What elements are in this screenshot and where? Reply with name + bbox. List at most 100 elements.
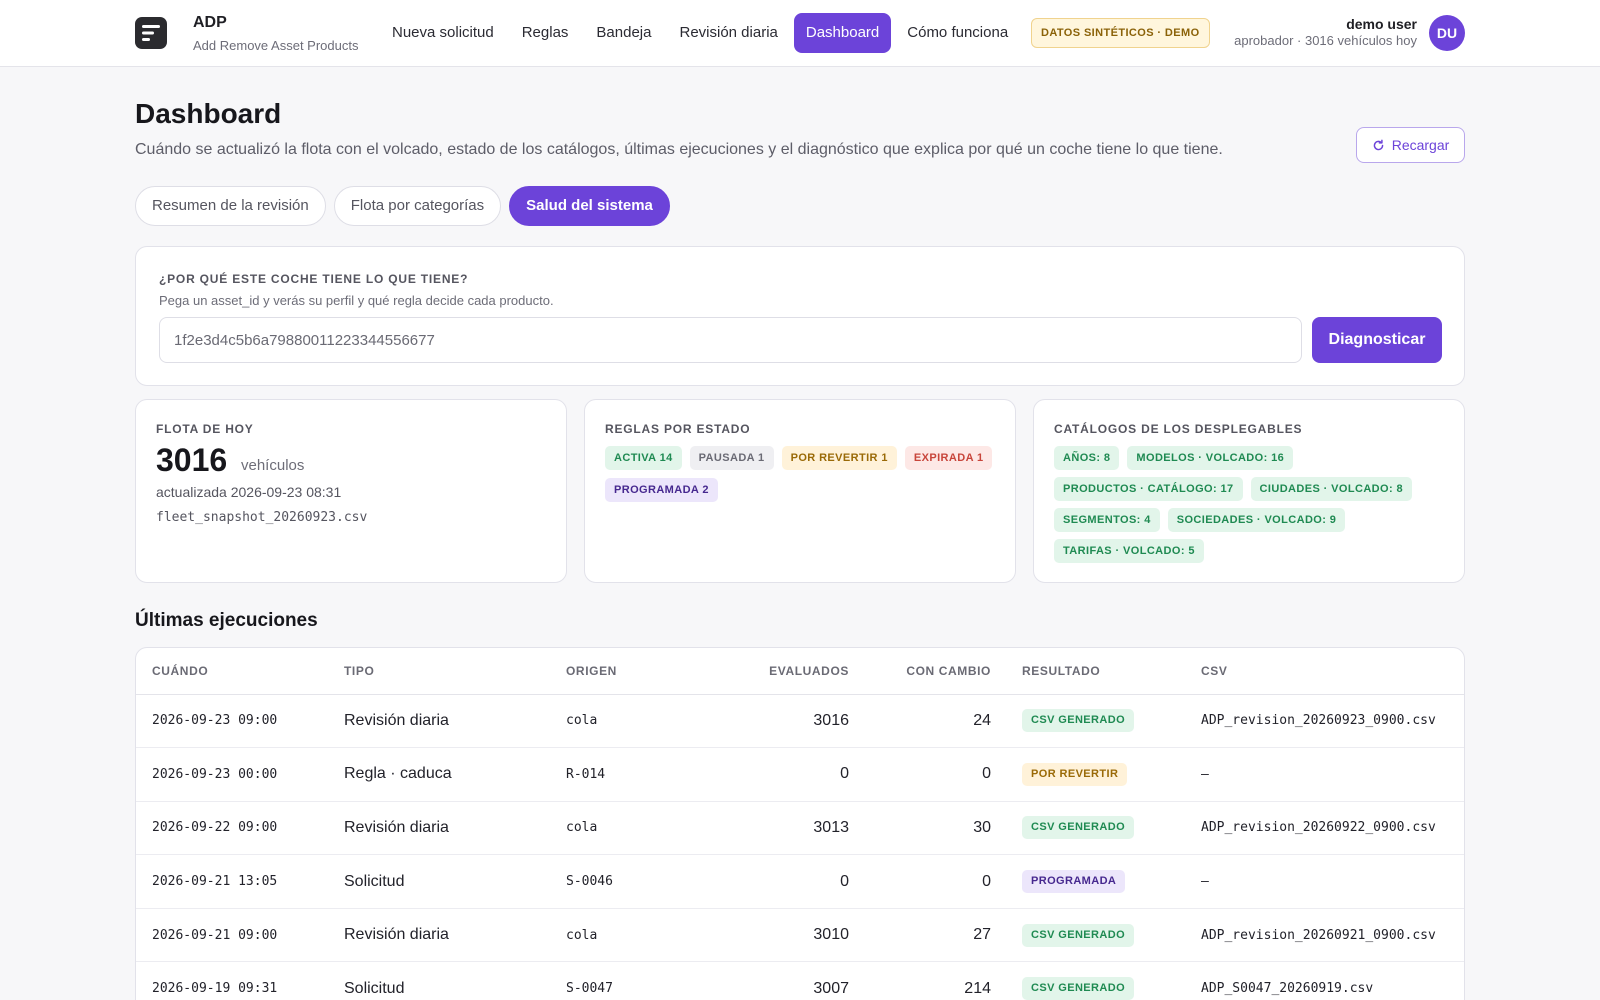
cell-origin: cola — [566, 801, 706, 856]
cell-evaluated: 3010 — [706, 908, 849, 963]
cell-evaluated: 0 — [706, 854, 849, 909]
col-evaluados[interactable]: Evaluados — [706, 648, 849, 695]
col-origen[interactable]: Origen — [566, 648, 706, 695]
executions-table-card: Cuándo Tipo Origen Evaluados Con cambio … — [135, 647, 1465, 1000]
result-badge: CSV generado — [1022, 923, 1135, 947]
col-csv[interactable]: CSV — [1201, 648, 1464, 695]
page-title: Dashboard — [135, 98, 282, 129]
table-row[interactable]: 2026-09-21 09:00 Revisión diaria cola 30… — [136, 908, 1464, 963]
fleet-unit: vehículos — [241, 457, 305, 474]
cell-changed: 214 — [849, 961, 991, 1000]
fleet-file: fleet_snapshot_20260923.csv — [156, 510, 368, 525]
result-badge: Programada — [1022, 870, 1126, 894]
brand-subtitle: Add Remove Asset Products — [193, 38, 359, 53]
diagnose-button[interactable]: Diagnosticar — [1312, 317, 1442, 363]
cell-type: Solicitud — [344, 854, 566, 909]
cell-type: Regla · caduca — [344, 747, 566, 802]
cell-when: 2026-09-21 13:05 — [136, 854, 344, 909]
nav-como-funciona[interactable]: Cómo funciona — [895, 13, 1020, 53]
catalog-chip-anos: Años: 8 — [1054, 446, 1120, 470]
cell-when: 2026-09-21 09:00 — [136, 908, 344, 963]
cell-origin: S-0047 — [566, 961, 706, 1000]
catalog-chips: Años: 8 Modelos · volcado: 16 Productos … — [1054, 446, 1444, 563]
cell-changed: 0 — [849, 854, 991, 909]
cell-result: CSV generado — [991, 908, 1201, 963]
rule-chip-expirada: Expirada 1 — [904, 446, 993, 470]
cell-csv[interactable]: ADP_revision_20260923_0900.csv — [1201, 694, 1464, 749]
cell-evaluated: 3016 — [706, 694, 849, 749]
result-badge: CSV generado — [1022, 709, 1135, 733]
table-header-row: Cuándo Tipo Origen Evaluados Con cambio … — [136, 648, 1464, 695]
col-cuando[interactable]: Cuándo — [136, 648, 344, 695]
catalogs-card: Catálogos de los desplegables Años: 8 Mo… — [1033, 399, 1465, 583]
cell-changed: 30 — [849, 801, 991, 856]
nav-nueva-solicitud[interactable]: Nueva solicitud — [380, 13, 506, 53]
user-name: demo user — [1346, 16, 1417, 32]
rule-chip-programada: Programada 2 — [605, 478, 718, 502]
cell-origin: cola — [566, 908, 706, 963]
result-badge: CSV generado — [1022, 816, 1135, 840]
diagnostic-card: ¿Por qué este coche tiene lo que tiene? … — [135, 246, 1465, 386]
catalog-chip-tarifas: Tarifas · volcado: 5 — [1054, 539, 1204, 563]
cell-type: Revisión diaria — [344, 694, 566, 749]
cell-csv[interactable]: ADP_revision_20260921_0900.csv — [1201, 908, 1464, 963]
cell-csv[interactable]: ADP_revision_20260922_0900.csv — [1201, 801, 1464, 856]
cell-evaluated: 0 — [706, 747, 849, 802]
menu-lines-icon — [142, 25, 160, 41]
rules-label: Reglas por estado — [605, 422, 751, 436]
catalog-chip-segmentos: Segmentos: 4 — [1054, 508, 1160, 532]
refresh-icon — [1373, 139, 1383, 150]
executions-title: Últimas ejecuciones — [135, 610, 318, 631]
result-badge: Por revertir — [1022, 762, 1128, 786]
reload-button[interactable]: Recargar — [1356, 127, 1465, 163]
subtab-resumen-revision[interactable]: Resumen de la revisión — [135, 186, 326, 226]
fleet-updated: actualizada 2026-09-23 08:31 — [156, 484, 342, 500]
cell-evaluated: 3007 — [706, 961, 849, 1000]
subtab-salud-sistema[interactable]: Salud del sistema — [509, 186, 670, 226]
table-row[interactable]: 2026-09-23 00:00 Regla · caduca R-014 0 … — [136, 747, 1464, 802]
catalog-chip-ciudades: Ciudades · volcado: 8 — [1250, 477, 1413, 501]
col-con-cambio[interactable]: Con cambio — [849, 648, 991, 695]
page-subtitle: Cuándo se actualizó la flota con el volc… — [135, 141, 1223, 158]
table-row[interactable]: 2026-09-21 13:05 Solicitud S-0046 0 0 Pr… — [136, 854, 1464, 909]
cell-type: Revisión diaria — [344, 801, 566, 856]
cell-type: Solicitud — [344, 961, 566, 1000]
cell-changed: 27 — [849, 908, 991, 963]
diagnostic-label: ¿Por qué este coche tiene lo que tiene? — [159, 272, 469, 286]
cell-changed: 24 — [849, 694, 991, 749]
main-nav: Nueva solicitud Reglas Bandeja Revisión … — [380, 13, 1020, 53]
nav-bandeja[interactable]: Bandeja — [584, 13, 663, 53]
cell-result: Programada — [991, 854, 1201, 909]
result-badge: CSV generado — [1022, 977, 1135, 1000]
nav-revision-diaria[interactable]: Revisión diaria — [667, 13, 789, 53]
cell-csv[interactable]: ADP_S0047_20260919.csv — [1201, 961, 1464, 1000]
rule-chip-activa: Activa 14 — [605, 446, 682, 470]
cell-origin: cola — [566, 694, 706, 749]
dashboard-subtabs: Resumen de la revisión Flota por categor… — [135, 186, 670, 226]
user-avatar[interactable]: DU — [1429, 15, 1465, 51]
nav-reglas[interactable]: Reglas — [510, 13, 581, 53]
catalogs-label: Catálogos de los desplegables — [1054, 422, 1303, 436]
table-row[interactable]: 2026-09-23 09:00 Revisión diaria cola 30… — [136, 694, 1464, 749]
cell-when: 2026-09-23 09:00 — [136, 694, 344, 749]
top-bar: ADP Add Remove Asset Products Nueva soli… — [0, 0, 1600, 67]
cell-when: 2026-09-23 00:00 — [136, 747, 344, 802]
rule-chip-por-revertir: Por revertir 1 — [781, 446, 897, 470]
app-logo-icon[interactable] — [135, 17, 167, 49]
col-resultado[interactable]: Resultado — [991, 648, 1201, 695]
table-row[interactable]: 2026-09-19 09:31 Solicitud S-0047 3007 2… — [136, 961, 1464, 1000]
cell-origin: R-014 — [566, 747, 706, 802]
cell-result: CSV generado — [991, 961, 1201, 1000]
reload-button-label: Recargar — [1391, 137, 1450, 153]
col-tipo[interactable]: Tipo — [344, 648, 566, 695]
rules-chips: Activa 14 Pausada 1 Por revertir 1 Expir… — [605, 446, 995, 502]
cell-csv: — — [1201, 854, 1464, 909]
table-row[interactable]: 2026-09-22 09:00 Revisión diaria cola 30… — [136, 801, 1464, 856]
nav-dashboard[interactable]: Dashboard — [793, 13, 892, 53]
demo-data-badge: DATOS SINTÉTICOS · DEMO — [1031, 18, 1210, 48]
asset-id-input[interactable] — [159, 317, 1302, 363]
cell-origin: S-0046 — [566, 854, 706, 909]
cell-changed: 0 — [849, 747, 991, 802]
executions-table: Cuándo Tipo Origen Evaluados Con cambio … — [136, 648, 1464, 1000]
subtab-flota-categorias[interactable]: Flota por categorías — [333, 186, 502, 226]
